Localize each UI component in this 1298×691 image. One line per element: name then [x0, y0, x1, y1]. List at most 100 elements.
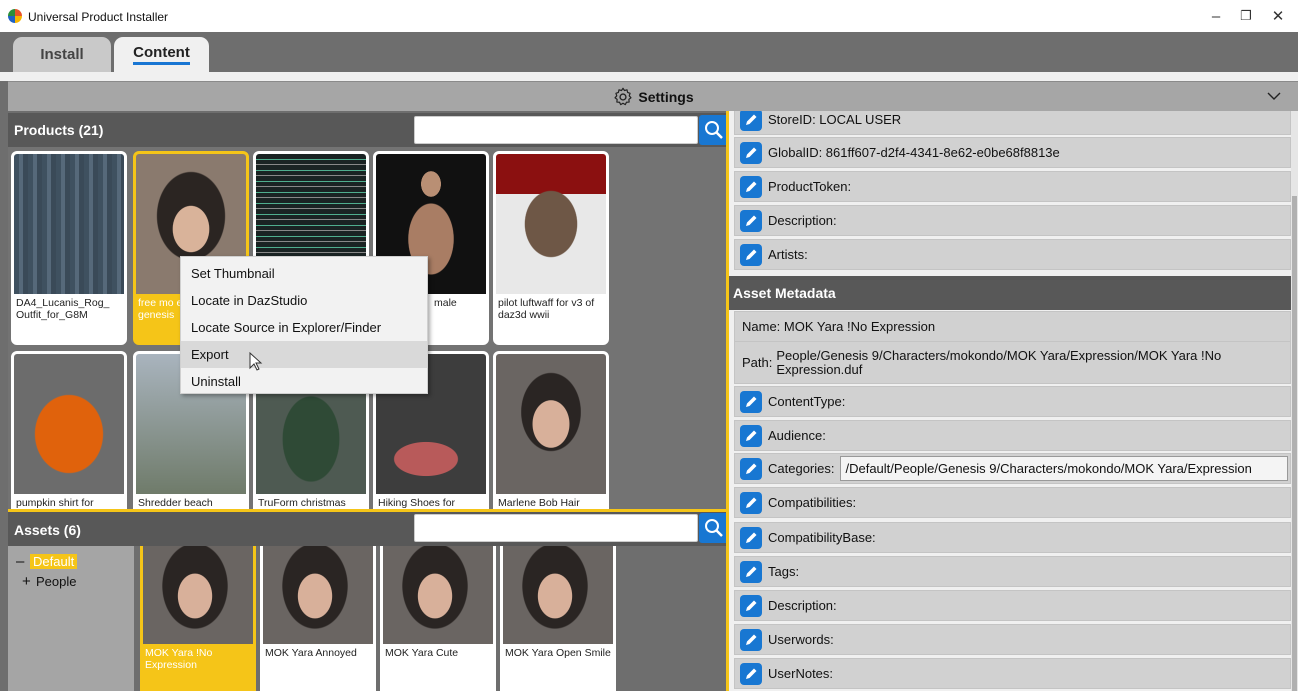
pencil-icon [746, 497, 757, 508]
product-token-text: ProductToken: [768, 179, 852, 194]
userwords-row: Userwords: [734, 624, 1291, 655]
edit-tags-button[interactable] [740, 560, 762, 583]
edit-global-id-button[interactable] [740, 141, 762, 164]
usernotes-text: UserNotes: [768, 666, 834, 681]
window-title: Universal Product Installer [28, 10, 169, 24]
compatibilities-text: Compatibilities: [768, 495, 857, 510]
expand-icon[interactable]: + [22, 573, 36, 590]
artists-row: Artists: [734, 239, 1291, 270]
product-token-row: ProductToken: [734, 171, 1291, 202]
audience-row: Audience: [734, 420, 1291, 451]
tab-content[interactable]: Content [114, 37, 209, 72]
audience-text: Audience: [768, 428, 826, 443]
asset-description-row: Description: [734, 590, 1291, 621]
menu-item-uninstall[interactable]: Uninstall [181, 368, 427, 395]
usernotes-row: UserNotes: [734, 658, 1291, 689]
asset-thumbnail [263, 546, 373, 644]
tags-text: Tags: [768, 564, 800, 579]
asset-metadata-header: Asset Metadata [729, 276, 1291, 310]
app-logo-icon [8, 9, 22, 23]
tab-install[interactable]: Install [13, 37, 111, 72]
edit-description-button[interactable] [740, 209, 762, 232]
asset-card-selected[interactable]: MOK Yara !No Expression [140, 546, 256, 691]
gear-icon [614, 87, 632, 105]
asset-thumbnail [383, 546, 493, 644]
products-title: Products (21) [14, 122, 104, 138]
assets-title: Assets (6) [14, 522, 81, 538]
products-search-input[interactable] [414, 116, 698, 144]
edit-usernotes-button[interactable] [740, 662, 762, 685]
products-search-button[interactable] [699, 115, 729, 145]
pencil-icon [746, 532, 757, 543]
edit-artists-button[interactable] [740, 243, 762, 266]
scrollbar-thumb[interactable] [1292, 196, 1297, 691]
asset-path-value: People/Genesis 9/Characters/mokondo/MOK … [776, 347, 1222, 377]
product-caption: Marlene Bob Hair [498, 497, 580, 509]
product-thumbnail [496, 354, 606, 494]
assets-search-input[interactable] [414, 514, 698, 542]
pencil-icon [746, 114, 757, 125]
product-card[interactable]: pilot luftwaff for v3 of daz3d wwii [493, 151, 609, 345]
details-scrollbar[interactable] [1291, 111, 1298, 691]
compatibility-base-text: CompatibilityBase: [768, 530, 876, 545]
edit-compatibilities-button[interactable] [740, 491, 762, 514]
artists-text: Artists: [768, 247, 808, 262]
settings-bar[interactable]: Settings [8, 81, 1298, 111]
edit-asset-description-button[interactable] [740, 594, 762, 617]
pencil-icon [746, 396, 757, 407]
categories-field[interactable]: /Default/People/Genesis 9/Characters/mok… [840, 456, 1289, 481]
product-card[interactable]: DA4_Lucanis_Rog_ Outfit_for_G8M [11, 151, 127, 345]
context-menu: Set Thumbnail Locate in DazStudio Locate… [180, 256, 428, 394]
userwords-text: Userwords: [768, 632, 834, 647]
categories-row: Categories: /Default/People/Genesis 9/Ch… [734, 453, 1291, 484]
asset-card[interactable]: MOK Yara Annoyed [260, 546, 376, 691]
tree-item-default[interactable]: – Default [16, 553, 78, 570]
tab-content-label: Content [133, 44, 190, 65]
asset-caption: MOK Yara Annoyed [265, 647, 357, 659]
compatibility-base-row: CompatibilityBase: [734, 522, 1291, 553]
global-id-text: GlobalID: 861ff607-d2f4-4341-8e62-e0be68… [768, 145, 1060, 160]
menu-item-locate-in-dazstudio[interactable]: Locate in DazStudio [181, 287, 427, 314]
menu-item-set-thumbnail[interactable]: Set Thumbnail [181, 260, 427, 287]
pencil-icon [746, 249, 757, 260]
product-thumbnail [14, 354, 124, 494]
tab-panel-top [0, 72, 1298, 81]
product-card[interactable]: Marlene Bob Hair [493, 351, 609, 509]
edit-categories-button[interactable] [740, 457, 762, 480]
edit-content-type-button[interactable] [740, 390, 762, 413]
folder-tree: – Default + People [8, 546, 134, 691]
search-icon [705, 519, 723, 537]
content-type-row: ContentType: [734, 386, 1291, 417]
asset-card[interactable]: MOK Yara Cute [380, 546, 496, 691]
edit-product-token-button[interactable] [740, 175, 762, 198]
asset-card[interactable]: MOK Yara Open Smile [500, 546, 616, 691]
collapse-icon[interactable]: – [16, 553, 30, 570]
menu-item-export[interactable]: Export [181, 341, 427, 368]
asset-name-row: Name: MOK Yara !No Expression [734, 311, 1291, 342]
edit-userwords-button[interactable] [740, 628, 762, 651]
content-type-text: ContentType: [768, 394, 846, 409]
store-id-text: StoreID: LOCAL USER [768, 112, 902, 127]
edit-compatibility-base-button[interactable] [740, 526, 762, 549]
asset-thumbnail [143, 546, 253, 644]
assets-search-button[interactable] [699, 513, 729, 543]
asset-path-row: Path: People/Genesis 9/Characters/mokond… [734, 341, 1291, 384]
close-button[interactable]: ✕ [1258, 4, 1298, 28]
settings-label: Settings [638, 88, 694, 105]
menu-item-locate-source[interactable]: Locate Source in Explorer/Finder [181, 314, 427, 341]
assets-header: Assets (6) [8, 512, 729, 546]
pencil-icon [746, 430, 757, 441]
tree-item-people[interactable]: + People [22, 573, 76, 590]
pencil-icon [746, 181, 757, 192]
assets-grid: MOK Yara !No Expression MOK Yara Annoyed… [134, 546, 728, 691]
edit-audience-button[interactable] [740, 424, 762, 447]
asset-caption: MOK Yara Cute [385, 647, 459, 659]
product-card[interactable]: pumpkin shirt for [11, 351, 127, 509]
pencil-icon [746, 147, 757, 158]
asset-thumbnail [503, 546, 613, 644]
edit-store-id-button[interactable] [740, 111, 762, 131]
pencil-icon [746, 668, 757, 679]
details-panel: StoreID: LOCAL USER GlobalID: 861ff607-d… [726, 111, 1298, 691]
chevron-down-icon[interactable] [1266, 88, 1282, 104]
product-caption: Hiking Shoes for [378, 497, 456, 509]
